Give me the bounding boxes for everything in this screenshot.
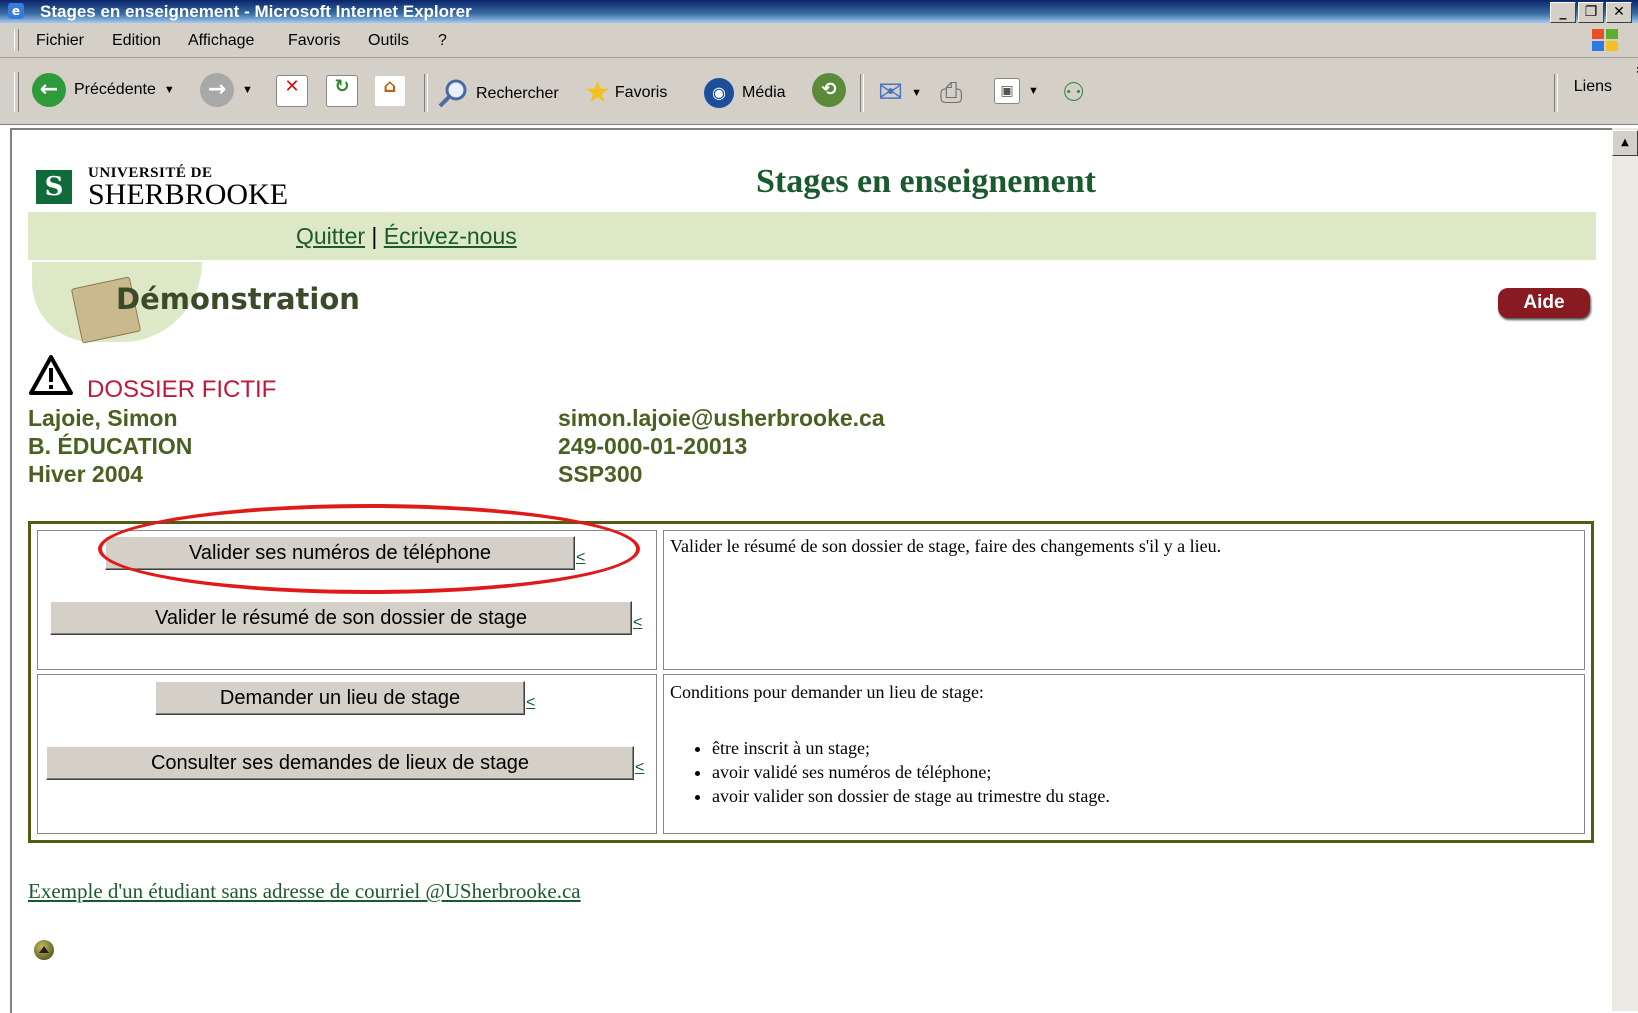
printer-icon: ⎙ [940,76,963,109]
mail-dropdown-icon[interactable]: ▼ [911,87,922,99]
messenger-people-icon: ⚇ [1062,78,1086,108]
edit-icon: ▣ [994,78,1020,104]
condition-item: avoir valider son dossier de stage au tr… [712,786,1110,807]
toolbar-separator [424,74,428,112]
history-icon: ⟲ [812,73,846,107]
stop-button[interactable]: ✕ [276,75,308,107]
contact-link[interactable]: Écrivez-nous [384,223,517,249]
menubar-grip[interactable] [14,29,19,51]
nav-links: Quitter | Écrivez-nous [296,223,517,250]
logo-sherbrooke-label: SHERBROOKE [88,178,289,211]
scroll-up-arrow-icon[interactable]: ▲ [1612,130,1638,156]
ie-logo-icon: e [8,3,24,19]
edit-button[interactable]: ▣ ▼ [994,78,1039,104]
menu-fichier[interactable]: Fichier [36,32,84,50]
media-label: Média [742,84,786,101]
maximize-button[interactable]: ❐ [1578,2,1604,23]
home-icon: ⌂ [374,75,406,107]
menu-outils[interactable]: Outils [368,32,409,50]
edit-dropdown-icon[interactable]: ▼ [1028,85,1039,97]
section-title: Démonstration [116,282,360,316]
condition-item: être inscrit à un stage; [712,738,1110,759]
student-email: simon.lajoie@usherbrooke.ca [558,405,885,431]
student-name: Lajoie, Simon [28,405,178,431]
conditions-list: être inscrit à un stage; avoir validé se… [690,738,1110,810]
request-site-arrow-link[interactable]: < [526,694,535,712]
summary-description: Valider le résumé de son dossier de stag… [670,536,1222,556]
student-program: B. ÉDUCATION [28,433,193,459]
conditions-title: Conditions pour demander un lieu de stag… [670,682,984,702]
refresh-button[interactable]: ↻ [326,75,358,107]
view-requests-arrow-link[interactable]: < [635,759,644,777]
menu-help[interactable]: ? [438,32,447,50]
back-dropdown-icon[interactable]: ▼ [164,84,175,96]
back-arrow-icon: ← [32,73,66,107]
mail-button[interactable]: ✉ ▼ [878,78,922,108]
vertical-scrollbar[interactable]: ▲ [1612,128,1638,1011]
close-button[interactable]: ✕ [1606,2,1632,23]
favorites-label: Favoris [614,84,668,101]
student-id: 249-000-01-20013 [558,433,748,459]
standard-toolbar: ← Précédente ▼ → ▼ ✕ ↻ ⌂ Rechercher ★ Fa… [0,58,1638,125]
help-button[interactable]: Aide [1498,288,1590,318]
media-globe-icon: ◉ [704,78,734,108]
menu-edition[interactable]: Edition [112,32,161,50]
menu-favoris[interactable]: Favoris [288,32,340,50]
toolbar-grip[interactable] [14,72,19,112]
student-course: SSP300 [558,461,643,487]
forward-arrow-icon: → [200,73,234,107]
favorites-button[interactable]: ★ Favoris [584,78,667,108]
example-student-link[interactable]: Exemple d'un étudiant sans adresse de co… [28,879,581,904]
nav-band [28,212,1596,260]
minimize-button[interactable]: _ [1550,2,1576,23]
student-session: Hiver 2004 [28,461,144,487]
request-site-button[interactable]: Demander un lieu de stage [155,681,525,715]
search-button[interactable]: Rechercher [436,78,559,110]
toolbar-separator [1554,74,1558,112]
favorites-star-icon: ★ [584,75,611,110]
links-label: Liens [1573,78,1612,95]
validate-summary-button[interactable]: Valider le résumé de son dossier de stag… [50,601,632,635]
stop-icon: ✕ [276,75,308,107]
quit-link[interactable]: Quitter [296,223,365,249]
page-title: Stages en enseignement [756,163,1096,200]
window-title: Stages en enseignement - Microsoft Inter… [40,2,472,21]
mail-icon: ✉ [878,75,904,110]
search-icon [438,79,467,108]
messenger-button[interactable]: ⚇ [1062,78,1085,108]
forward-button[interactable]: → ▼ [200,73,253,107]
view-requests-button[interactable]: Consulter ses demandes de lieux de stage [46,746,634,780]
condition-item: avoir validé ses numéros de téléphone; [712,762,1110,783]
links-bar[interactable]: Liens » [1573,62,1638,96]
window-titlebar: e Stages en enseignement - Microsoft Int… [0,0,1638,23]
warning-icon [29,355,73,395]
window-controls: _ ❐ ✕ [1550,2,1632,23]
back-to-top-icon[interactable] [34,940,54,960]
nav-separator: | [371,223,378,249]
validate-summary-arrow-link[interactable]: < [633,614,642,632]
search-label: Rechercher [476,85,559,102]
refresh-icon: ↻ [326,75,358,107]
back-label: Précédente [74,81,156,98]
menu-affichage[interactable]: Affichage [188,32,254,50]
windows-logo-icon [1592,29,1618,51]
menu-bar: Fichier Edition Affichage Favoris Outils… [0,23,1638,58]
validate-phone-button[interactable]: Valider ses numéros de téléphone [105,536,575,570]
validate-phone-arrow-link[interactable]: < [576,549,585,567]
back-button[interactable]: ← Précédente ▼ [32,73,175,107]
history-button[interactable]: ⟲ [812,73,846,107]
print-button[interactable]: ⎙ [940,78,962,108]
home-button[interactable]: ⌂ [374,75,406,107]
media-button[interactable]: ◉ Média [704,78,786,108]
toolbar-separator [860,74,864,112]
udes-logo-mark-icon: S [36,170,72,204]
forward-dropdown-icon[interactable]: ▼ [242,84,253,96]
fictitious-file-label: DOSSIER FICTIF [87,376,277,403]
